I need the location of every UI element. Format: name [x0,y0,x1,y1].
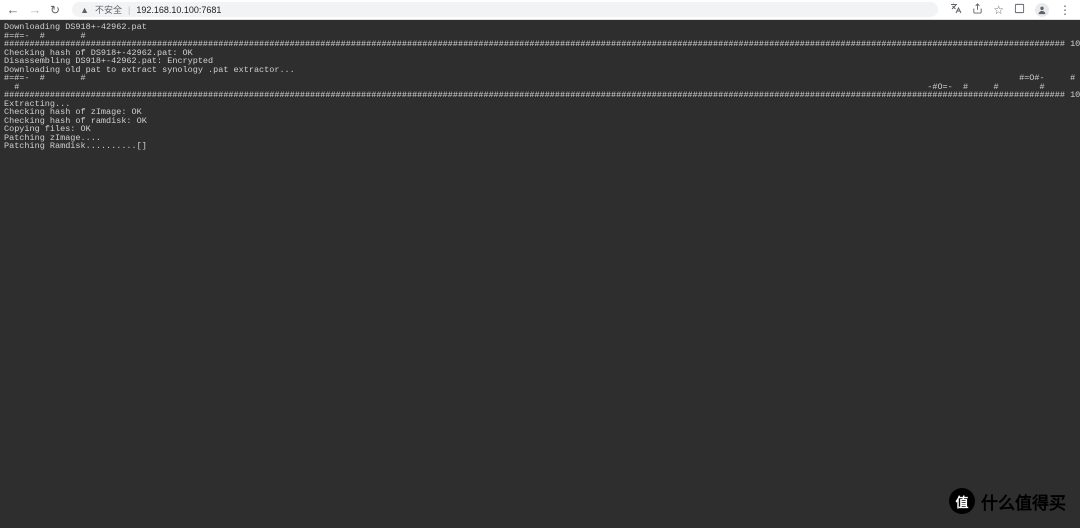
profile-avatar[interactable] [1035,3,1049,17]
browser-toolbar: ← → ↻ ▲ 不安全 | 192.168.10.100:7681 ☆ ⋮ [0,0,1080,20]
terminal-output: Downloading DS918+-42962.pat #=#=- # # #… [0,20,1080,528]
watermark-badge: 值 [949,488,975,514]
bookmark-star-icon[interactable]: ☆ [993,3,1004,17]
terminal-line: Checking hash of ramdisk: OK [4,117,1076,126]
terminal-line: Downloading DS918+-42962.pat [4,23,1076,32]
watermark-text: 什么值得买 [981,489,1066,514]
menu-button[interactable]: ⋮ [1059,3,1070,17]
warning-icon: ▲ [80,5,89,15]
terminal-line: Patching Ramdisk..........[] [4,142,1076,151]
security-label: 不安全 [95,3,122,16]
forward-button[interactable]: → [28,2,42,17]
toolbar-right: ☆ ⋮ [950,2,1074,17]
watermark: 值 什么值得买 [949,488,1066,514]
terminal-line: Checking hash of zImage: OK [4,108,1076,117]
translate-icon[interactable] [950,2,962,17]
divider: | [128,5,130,15]
back-button[interactable]: ← [6,2,20,17]
address-bar[interactable]: ▲ 不安全 | 192.168.10.100:7681 [72,2,938,17]
terminal-line: Copying files: OK [4,125,1076,134]
terminal-line: Patching zImage.... [4,134,1076,143]
terminal-line: Extracting... [4,100,1076,109]
extensions-icon[interactable] [1014,3,1025,17]
reload-button[interactable]: ↻ [50,3,60,17]
share-icon[interactable] [972,3,983,17]
url-text: 192.168.10.100:7681 [136,5,930,15]
terminal-line: ########################################… [4,91,1076,100]
